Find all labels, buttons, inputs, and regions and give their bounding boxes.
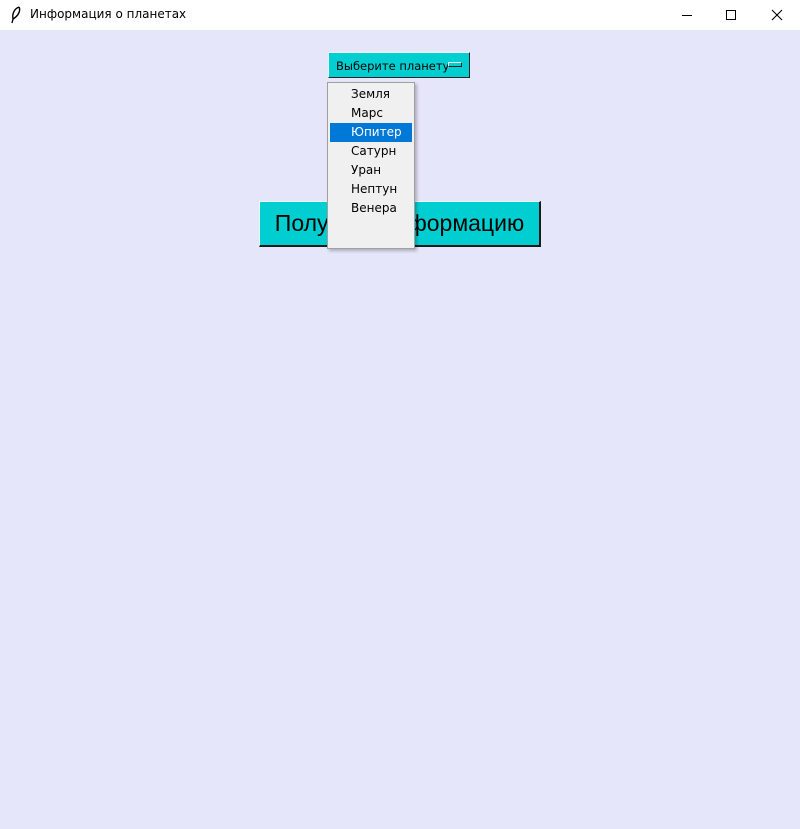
- planet-select-label: Выберите планету: [336, 59, 450, 73]
- minimize-button[interactable]: [664, 0, 710, 30]
- close-button[interactable]: [754, 0, 800, 30]
- feather-icon: [8, 6, 24, 24]
- window-title: Информация о планетах: [30, 7, 187, 21]
- dropdown-indicator-icon: [448, 62, 462, 67]
- planet-select[interactable]: Выберите планету: [328, 52, 470, 78]
- dropdown-item-jupiter[interactable]: Юпитер: [330, 123, 412, 142]
- maximize-button[interactable]: [708, 0, 754, 30]
- title-bar[interactable]: Информация о планетах: [0, 0, 800, 30]
- app-window: Информация о планетах Выберите планету П…: [0, 0, 800, 829]
- minimize-icon: [681, 6, 693, 25]
- maximize-icon: [725, 6, 737, 25]
- dropdown-item-saturn[interactable]: Сатурн: [330, 142, 412, 161]
- dropdown-item-earth[interactable]: Земля: [330, 85, 412, 104]
- dropdown-item-mars[interactable]: Марс: [330, 104, 412, 123]
- dropdown-item-neptune[interactable]: Нептун: [330, 180, 412, 199]
- dropdown-item-venus[interactable]: Венера: [330, 199, 412, 218]
- client-area: Выберите планету Получить информацию Зем…: [0, 30, 800, 829]
- dropdown-item-uranus[interactable]: Уран: [330, 161, 412, 180]
- close-icon: [771, 6, 783, 25]
- planet-dropdown-menu: Земля Марс Юпитер Сатурн Уран Нептун Вен…: [327, 82, 415, 249]
